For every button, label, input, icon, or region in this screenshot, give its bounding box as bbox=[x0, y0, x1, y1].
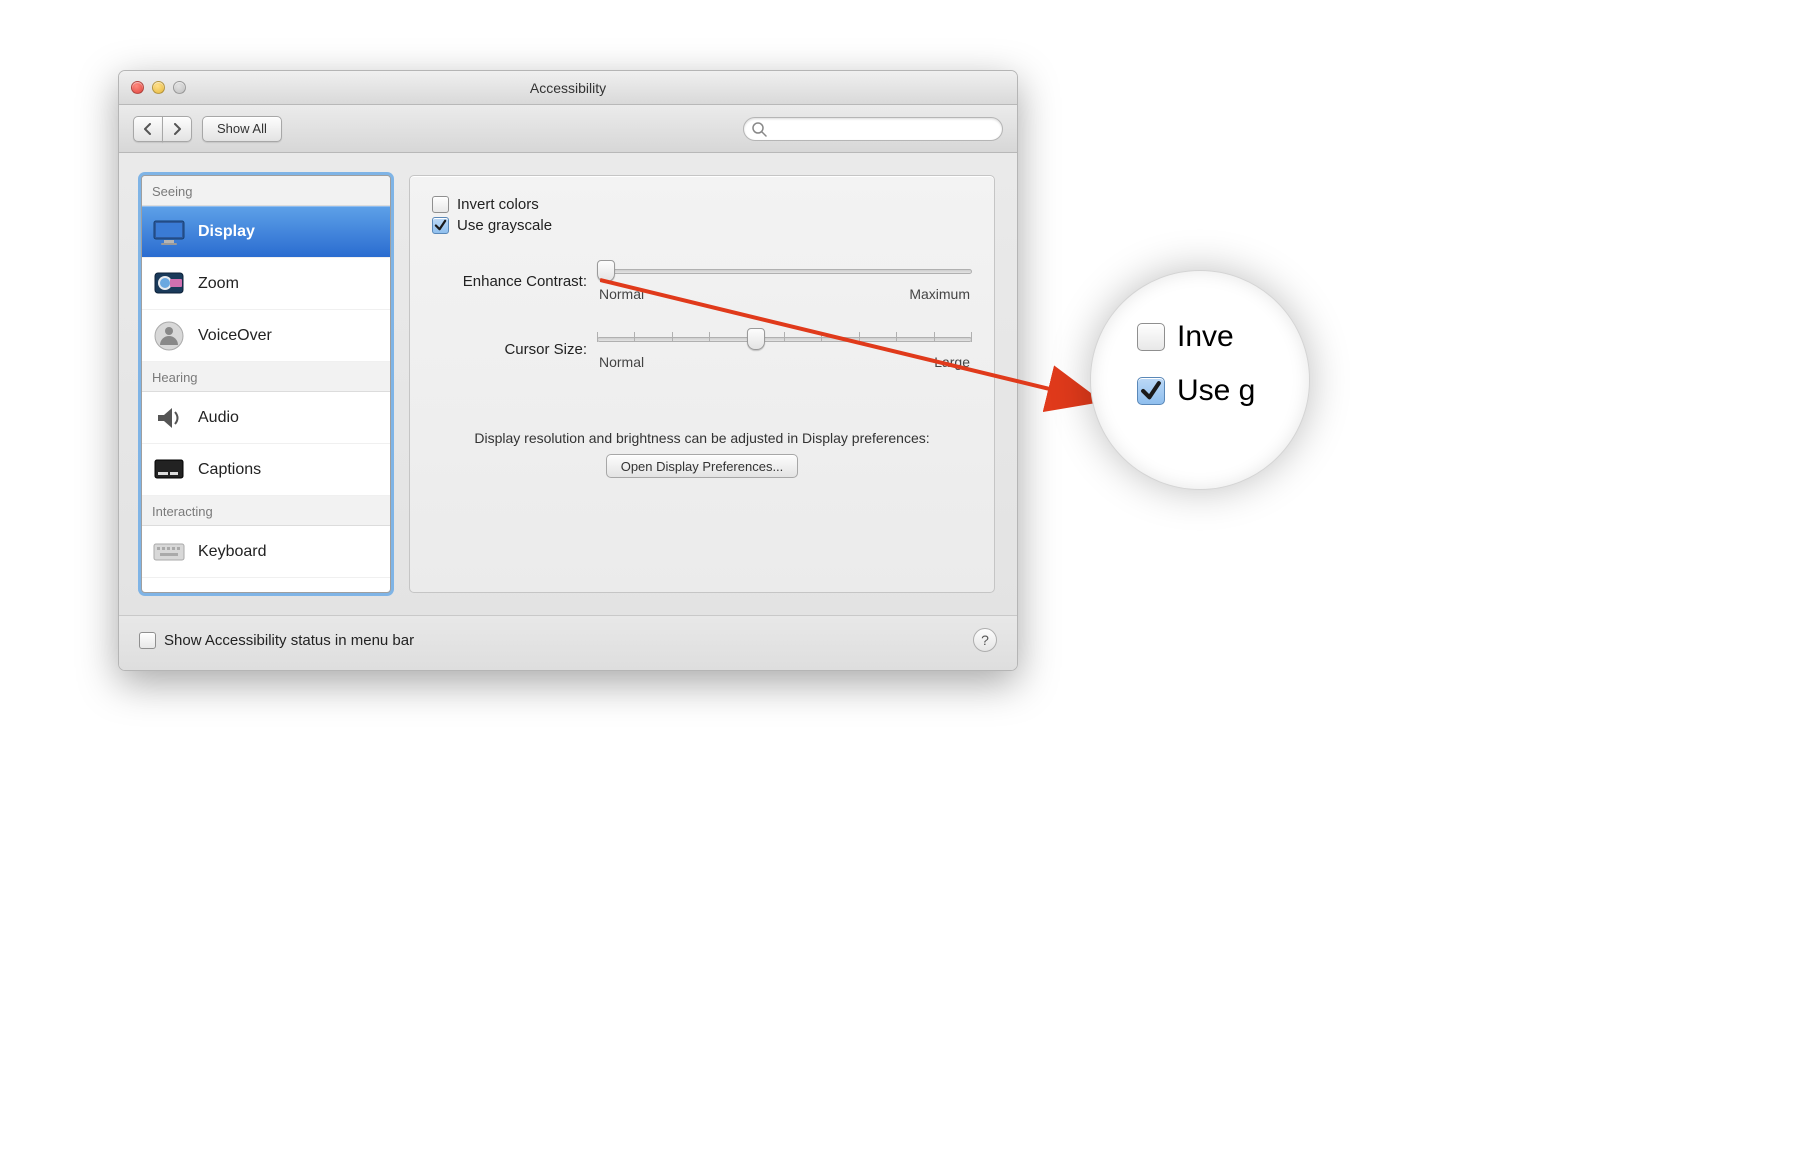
search-icon bbox=[751, 121, 767, 137]
bottom-bar: Show Accessibility status in menu bar ? bbox=[119, 615, 1017, 670]
callout-grayscale-checkbox bbox=[1137, 377, 1165, 405]
chevron-left-icon bbox=[143, 123, 153, 135]
cursor-size-row: Cursor Size: Normal bbox=[432, 328, 972, 370]
check-icon bbox=[434, 219, 447, 232]
section-hearing: Hearing bbox=[142, 362, 390, 392]
footer-note: Display resolution and brightness can be… bbox=[432, 430, 972, 446]
sidebar-item-label: Audio bbox=[198, 409, 239, 427]
enhance-contrast-min: Normal bbox=[599, 286, 644, 302]
check-icon bbox=[1140, 380, 1162, 402]
search-input[interactable] bbox=[743, 117, 1003, 141]
question-icon: ? bbox=[981, 632, 989, 648]
mouse-trackpad-icon bbox=[152, 587, 186, 594]
sidebar-item-mouse-trackpad[interactable]: Mouse & Trackpad bbox=[142, 578, 390, 593]
back-button[interactable] bbox=[133, 116, 163, 142]
invert-colors-checkbox[interactable] bbox=[432, 196, 449, 213]
sidebar-item-label: Zoom bbox=[198, 275, 239, 293]
audio-icon bbox=[152, 401, 186, 435]
show-all-button[interactable]: Show All bbox=[202, 116, 282, 142]
captions-icon bbox=[152, 453, 186, 487]
enhance-contrast-max: Maximum bbox=[909, 286, 970, 302]
sidebar-item-label: Display bbox=[198, 223, 255, 241]
show-status-checkbox[interactable] bbox=[139, 632, 156, 649]
enhance-contrast-slider[interactable] bbox=[597, 260, 972, 282]
display-icon bbox=[152, 215, 186, 249]
forward-button[interactable] bbox=[162, 116, 192, 142]
sidebar-item-label: VoiceOver bbox=[198, 327, 272, 345]
help-button[interactable]: ? bbox=[973, 628, 997, 652]
callout-row-1: Inve bbox=[1137, 315, 1255, 359]
sidebar-item-zoom[interactable]: Zoom bbox=[142, 258, 390, 310]
invert-colors-row: Invert colors bbox=[432, 196, 972, 213]
pane: Seeing Display Zoom VoiceOver Hearing bbox=[119, 153, 1017, 615]
callout-row-2: Use g bbox=[1137, 369, 1255, 413]
titlebar: Accessibility bbox=[119, 71, 1017, 105]
back-forward-segment bbox=[133, 116, 192, 142]
toolbar: Show All bbox=[119, 105, 1017, 153]
zoom-icon bbox=[152, 267, 186, 301]
sidebar-item-keyboard[interactable]: Keyboard bbox=[142, 526, 390, 578]
sidebar-item-audio[interactable]: Audio bbox=[142, 392, 390, 444]
sidebar-item-captions[interactable]: Captions bbox=[142, 444, 390, 496]
sidebar-item-label: Keyboard bbox=[198, 543, 267, 561]
sidebar-item-voiceover[interactable]: VoiceOver bbox=[142, 310, 390, 362]
section-interacting: Interacting bbox=[142, 496, 390, 526]
callout-invert-checkbox bbox=[1137, 323, 1165, 351]
cursor-size-max: Large bbox=[934, 354, 970, 370]
window-title: Accessibility bbox=[119, 80, 1017, 96]
sidebar: Seeing Display Zoom VoiceOver Hearing bbox=[141, 175, 391, 593]
sidebar-item-display[interactable]: Display bbox=[142, 206, 390, 258]
sidebar-item-label: Captions bbox=[198, 461, 261, 479]
cursor-size-min: Normal bbox=[599, 354, 644, 370]
callout-magnifier: Inve Use g bbox=[1090, 270, 1310, 490]
voiceover-icon bbox=[152, 319, 186, 353]
section-seeing: Seeing bbox=[142, 176, 390, 206]
open-display-preferences-button[interactable]: Open Display Preferences... bbox=[606, 454, 799, 478]
use-grayscale-row: Use grayscale bbox=[432, 217, 972, 234]
use-grayscale-checkbox[interactable] bbox=[432, 217, 449, 234]
cursor-size-label: Cursor Size: bbox=[432, 341, 587, 358]
invert-colors-label: Invert colors bbox=[457, 196, 539, 213]
chevron-right-icon bbox=[172, 123, 182, 135]
callout-grayscale-label: Use g bbox=[1177, 369, 1255, 413]
accessibility-window: Accessibility Show All Seeing Display bbox=[118, 70, 1018, 671]
callout-invert-label: Inve bbox=[1177, 315, 1234, 359]
use-grayscale-label: Use grayscale bbox=[457, 217, 552, 234]
search-wrap bbox=[743, 117, 1003, 141]
cursor-size-slider[interactable] bbox=[597, 328, 972, 350]
enhance-contrast-row: Enhance Contrast: Normal Maximum bbox=[432, 260, 972, 302]
enhance-contrast-label: Enhance Contrast: bbox=[432, 273, 587, 290]
content-panel: Invert colors Use grayscale Enhance Cont… bbox=[409, 175, 995, 593]
keyboard-icon bbox=[152, 535, 186, 569]
show-status-label: Show Accessibility status in menu bar bbox=[164, 632, 414, 649]
